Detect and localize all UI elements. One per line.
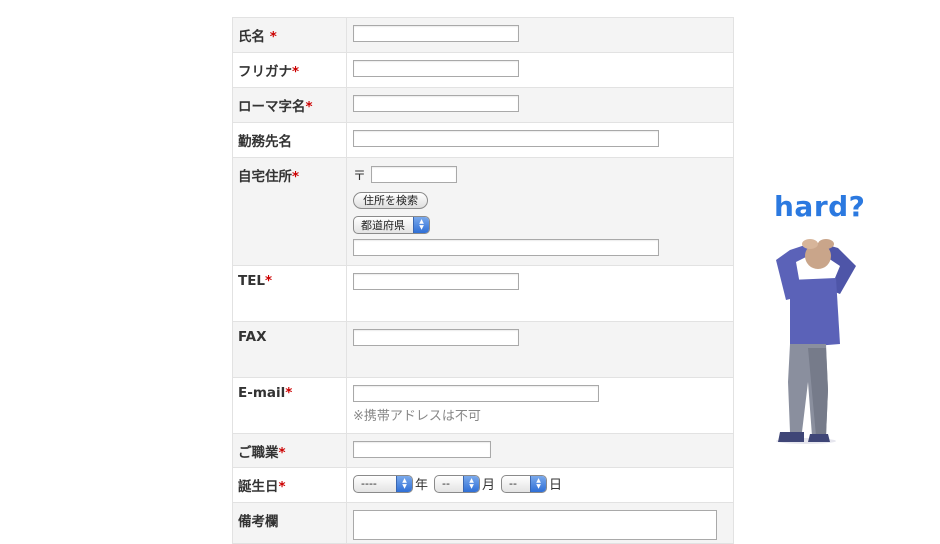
required-marker: * (285, 385, 293, 401)
select-arrows-icon: ▲ ▼ (530, 475, 547, 492)
form-row-tel: TEL* (233, 266, 733, 322)
form-row-fax: FAX (233, 322, 733, 378)
tel-label: TEL* (233, 266, 347, 321)
name-label: 氏名 * (233, 18, 347, 52)
tel-input[interactable] (353, 273, 519, 290)
select-arrows-icon: ▲ ▼ (463, 475, 480, 492)
form-row-furigana: フリガナ* (233, 53, 733, 88)
occupation-label: ご職業* (233, 434, 347, 467)
form-row-name: 氏名 * (233, 18, 733, 53)
form-row-remarks: 備考欄 (233, 503, 733, 544)
form-row-romaji: ローマ字名* (233, 88, 733, 123)
email-note: ※携帯アドレスは不可 (353, 409, 481, 424)
furigana-input[interactable] (353, 60, 519, 77)
day-unit: 日 (549, 478, 563, 493)
address-label: 自宅住所* (233, 158, 347, 265)
year-unit: 年 (415, 478, 429, 493)
postal-mark: 〒 (353, 169, 367, 184)
hard-caption: hard? (774, 190, 866, 223)
form-row-occupation: ご職業* (233, 434, 733, 468)
email-input[interactable] (353, 385, 599, 402)
required-marker: * (265, 29, 277, 45)
employer-label: 勤務先名 (233, 123, 347, 157)
birth-month-select[interactable]: -- ▲ ▼ (434, 474, 481, 493)
form-row-birthday: 誕生日* ---- ▲ ▼ 年 -- ▲ ▼ 月 -- ▲ ▼ 日 (233, 468, 733, 503)
registration-form: 氏名 * フリガナ* ローマ字名* 勤務先名 自宅住所* 〒 住所を検索 都道府… (232, 17, 734, 544)
romaji-label: ローマ字名* (233, 88, 347, 122)
birth-year-select[interactable]: ---- ▲ ▼ (353, 474, 413, 493)
required-marker: * (305, 99, 313, 115)
remarks-textarea[interactable] (353, 510, 717, 540)
postal-code-input[interactable] (371, 166, 457, 183)
email-label: E-mail* (233, 378, 347, 433)
form-row-email: E-mail* ※携帯アドレスは不可 (233, 378, 733, 434)
birthday-label: 誕生日* (233, 468, 347, 502)
required-marker: * (278, 479, 286, 495)
address-input[interactable] (353, 239, 659, 256)
confused-person-illustration (776, 239, 856, 444)
required-marker: * (278, 445, 286, 461)
birth-day-select[interactable]: -- ▲ ▼ (501, 474, 548, 493)
month-unit: 月 (482, 478, 496, 493)
select-arrows-icon: ▲ ▼ (413, 217, 429, 233)
form-row-address: 自宅住所* 〒 住所を検索 都道府県 ▲ ▼ (233, 158, 733, 266)
required-marker: * (265, 273, 273, 289)
required-marker: * (292, 169, 300, 185)
address-search-button[interactable]: 住所を検索 (353, 192, 428, 209)
required-marker: * (292, 64, 300, 80)
furigana-label: フリガナ* (233, 53, 347, 87)
romaji-input[interactable] (353, 95, 519, 112)
fax-input[interactable] (353, 329, 519, 346)
occupation-input[interactable] (353, 441, 491, 458)
name-input[interactable] (353, 25, 519, 42)
remarks-label: 備考欄 (233, 503, 347, 543)
fax-label: FAX (233, 322, 347, 377)
employer-input[interactable] (353, 130, 659, 147)
prefecture-select[interactable]: 都道府県 ▲ ▼ (353, 216, 430, 234)
form-row-employer: 勤務先名 (233, 123, 733, 158)
select-arrows-icon: ▲ ▼ (396, 475, 412, 492)
